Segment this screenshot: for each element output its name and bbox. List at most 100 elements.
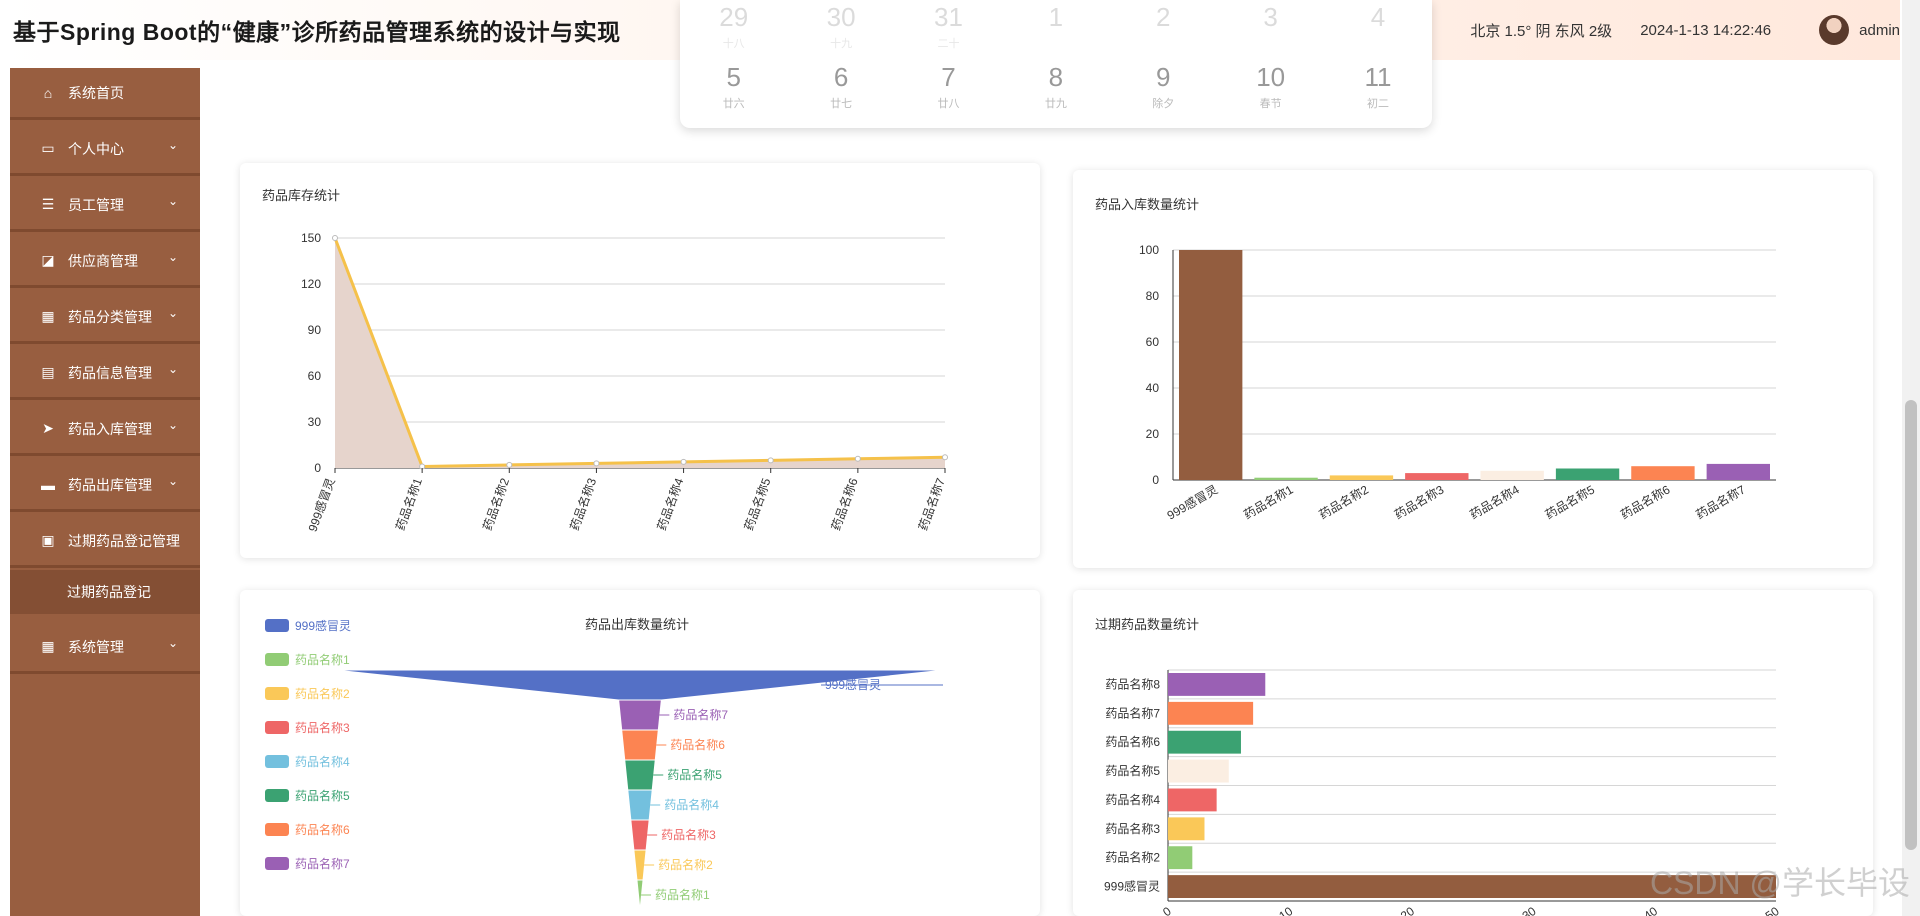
x-tick-label: 药品名称3 [566,476,599,533]
legend-swatch [265,687,289,700]
sidebar-item-label: 系统首页 [68,84,124,101]
chevron-down-icon: ⌄ [167,306,178,320]
calendar-day[interactable]: 7 廿八 [895,62,1002,111]
sidebar-item-5[interactable]: ▤ 药品信息管理 ⌄ [10,348,200,400]
calendar-day[interactable]: 6 廿七 [787,62,894,111]
y-tick-label: 药品名称4 [1105,792,1160,807]
stock-chart-card: 药品库存统计 0 30 60 90 120 150 999感冒灵 药品名称1 药品名称2 药品名称… [240,163,1040,558]
calendar-day[interactable]: 29 十八 [680,2,787,51]
sidebar-item-0[interactable]: ⌂ 系统首页 [10,68,200,120]
x-tick-label: 药品名称6 [1618,481,1673,521]
data-point [942,454,948,461]
bar [1168,817,1205,841]
sidebar-item-4[interactable]: ▦ 药品分类管理 ⌄ [10,292,200,344]
sidebar-item-label: 过期药品登记管理 [68,532,180,549]
area-fill [335,238,945,468]
calendar-day[interactable]: 2 [1110,2,1217,51]
bar [1168,701,1254,725]
data-point [593,460,600,467]
bar [1480,470,1544,480]
legend-label: 药品名称3 [295,720,350,735]
calendar-day[interactable]: 30 十九 [787,2,894,51]
y-tick-label: 0 [1152,473,1159,487]
bar [1168,673,1266,696]
sidebar: ⌂ 系统首页 ▭ 个人中心 ⌄ ☰ 员工管理 ⌄ ◪ 供应商管理 ⌄ ▦ 药品分类管理 ⌄ ▤ 药品信息管理 ⌄… [10,68,200,916]
funnel-label: 999感冒灵 [825,677,881,692]
calendar-day-lunar: 廿九 [1044,98,1067,110]
y-tick-label: 80 [1146,289,1160,303]
x-tick-label: 999感冒灵 [1164,482,1220,523]
calendar-day[interactable]: 5 廿六 [680,62,787,111]
y-tick-label: 60 [308,369,322,383]
calendar-day[interactable]: 4 [1324,2,1431,51]
x-tick-label: 药品名称7 [915,476,948,533]
x-tick-label: 999感冒灵 [305,476,338,534]
y-tick-label: 100 [1139,243,1159,257]
calendar-day[interactable]: 3 [1217,2,1324,51]
sidebar-item-8[interactable]: ▣ 过期药品登记管理 [10,516,200,568]
sliders-icon: ☰ [41,196,55,212]
sidebar-item-7[interactable]: ▬ 药品出库管理 ⌄ [10,460,200,512]
calendar-day[interactable]: 8 廿九 [1002,62,1109,111]
calendar-day[interactable]: 10 春节 [1217,62,1324,111]
calendar-day[interactable]: 11 初二 [1324,62,1431,111]
calendar-day[interactable]: 31 二十 [895,2,1002,51]
legend-swatch [265,823,289,836]
sidebar-item-9[interactable]: ▦ 系统管理 ⌄ [10,622,200,674]
calendar-day-lunar: 廿六 [722,98,745,110]
sidebar-item-label: 供应商管理 [68,252,138,269]
x-tick-label: 药品名称7 [1693,481,1748,521]
calendar-widget: 29 十八 30 十九 31 二十 1 2 3 4 5 廿六 6 廿七 7 廿八 8 廿九 9 除夕 10 春节 11 初二 [680,0,1432,128]
y-tick-label: 药品名称3 [1105,821,1160,836]
bar [1168,846,1193,870]
grid-icon: ▦ [41,308,55,324]
x-tick-label: 药品名称4 [1467,481,1522,521]
sidebar-subitem-expired-registration[interactable]: 过期药品登记 [10,570,200,614]
legend-label: 药品名称5 [295,788,350,803]
bar [1168,759,1229,783]
x-tick-label: 药品名称2 [479,476,512,533]
x-tick-label: 药品名称5 [1542,481,1597,521]
x-tick-label: 药品名称1 [1241,481,1296,521]
chevron-down-icon: ⌄ [167,194,178,208]
funnel-label: 药品名称6 [670,737,725,752]
legend-label: 药品名称7 [295,856,350,871]
avatar[interactable] [1819,15,1850,45]
y-tick-label: 药品名称6 [1105,734,1160,749]
calendar-day[interactable]: 9 除夕 [1110,62,1217,111]
calendar-day[interactable]: 1 [1002,2,1109,51]
calendar-day-number: 7 [941,62,956,92]
username[interactable]: admin [1859,22,1900,39]
outbound-chart: 999感冒灵药品名称1药品名称2药品名称3药品名称4药品名称5药品名称6药品名称… [265,618,946,911]
sidebar-item-2[interactable]: ☰ 员工管理 ⌄ [10,180,200,232]
legend-swatch [265,789,289,802]
page-scrollbar[interactable] [1902,0,1920,916]
calendar-day-lunar: 十九 [830,38,853,50]
data-point [767,457,774,464]
sidebar-item-label: 药品出库管理 [68,476,152,493]
calendar-day-lunar: 除夕 [1152,98,1175,110]
calendar-row-current: 5 廿六 6 廿七 7 廿八 8 廿九 9 除夕 10 春节 11 初二 [680,62,1432,111]
x-tick-label: 40 [1641,904,1660,916]
sidebar-subitem-label: 过期药品登记 [67,584,151,600]
calendar-day-number: 30 [826,2,856,32]
calendar-day-number: 1 [1048,2,1064,32]
sidebar-item-6[interactable]: ➤ 药品入库管理 ⌄ [10,404,200,456]
x-tick-label: 20 [1398,904,1417,916]
chevron-down-icon: ⌄ [167,474,178,488]
datetime-text: 2024-1-13 14:22:46 [1640,21,1772,39]
bar [1631,466,1695,480]
x-tick-label: 10 [1276,904,1295,916]
y-tick-label: 药品名称8 [1105,676,1160,691]
funnel-segment [627,789,653,821]
funnel-label: 药品名称5 [667,767,722,782]
sidebar-item-3[interactable]: ◪ 供应商管理 ⌄ [10,236,200,288]
bar [1405,473,1469,480]
calendar-day-number: 5 [726,62,741,92]
sidebar-item-1[interactable]: ▭ 个人中心 ⌄ [10,124,200,176]
x-tick-label: 药品名称5 [741,476,774,533]
sidebar-item-label: 个人中心 [68,140,124,157]
scrollbar-thumb[interactable] [1905,400,1917,850]
legend-label: 药品名称1 [295,652,350,667]
id-card-icon: ▭ [41,140,55,156]
